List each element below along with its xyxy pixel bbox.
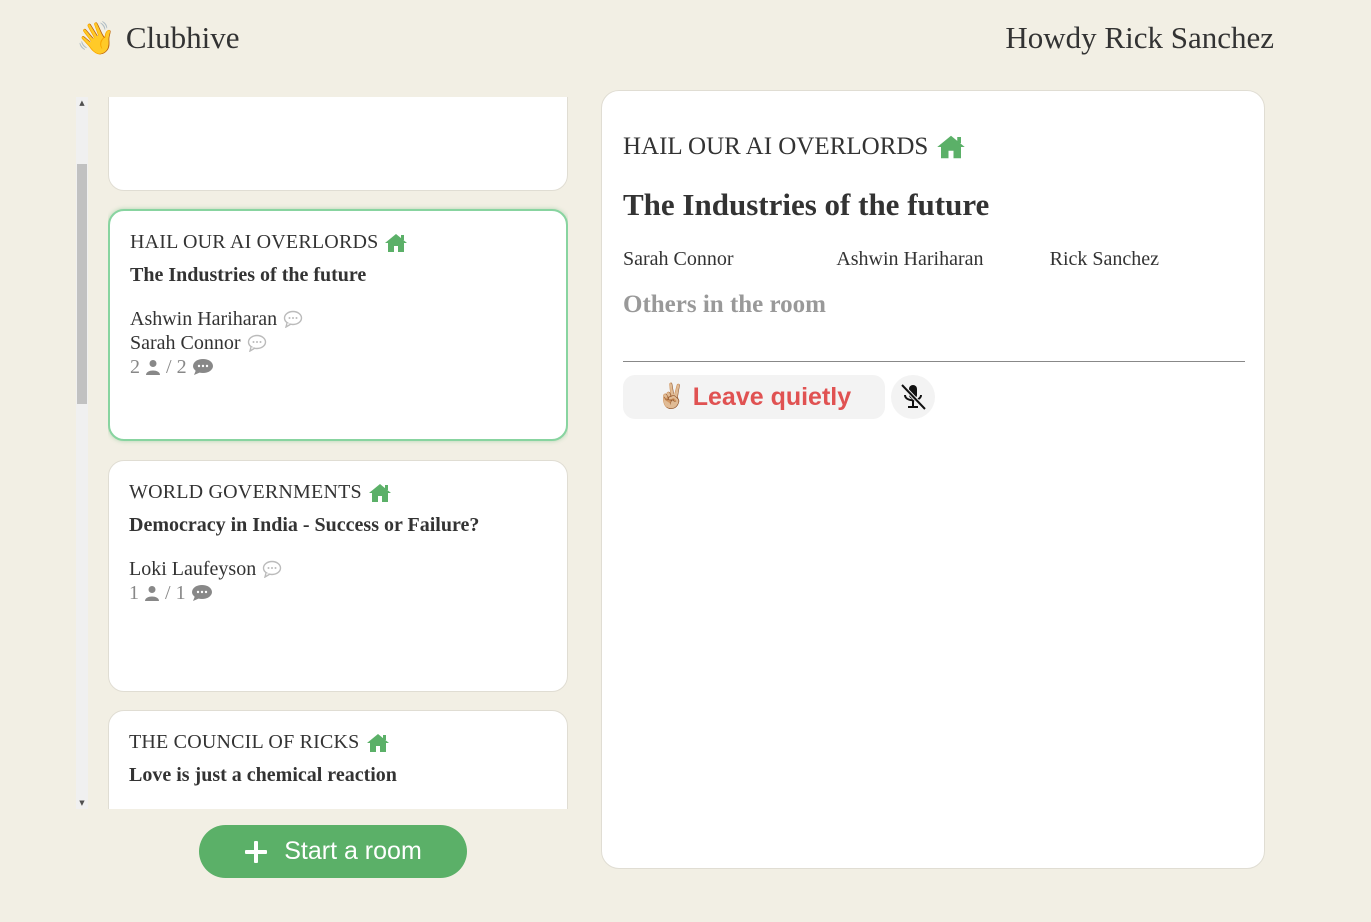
user-greeting: Howdy Rick Sanchez: [1005, 20, 1274, 55]
speaker-count: 1: [175, 581, 186, 604]
person-name: Loki Laufeyson: [129, 557, 257, 580]
leave-label: Leave quietly: [692, 382, 852, 411]
speaker-name: Ashwin Hariharan: [836, 248, 984, 270]
app-logo[interactable]: 👋 Clubhive: [76, 20, 240, 56]
chat-bubble-icon: [247, 334, 266, 352]
room-card-people: Loki Laufeyson 1 / 1: [129, 557, 547, 605]
peace-hand-icon: ✌🏼: [656, 383, 687, 410]
speaker-count: 2: [176, 355, 187, 378]
room-detail-panel: HAIL OUR AI OVERLORDS The Industries of …: [601, 90, 1265, 869]
count-separator: /: [166, 355, 172, 378]
waving-hand-icon: 👋: [76, 20, 116, 56]
room-card-title: The Industries of the future: [130, 264, 367, 286]
panel-club-name: HAIL OUR AI OVERLORDS: [623, 133, 929, 160]
room-list-scrollbar[interactable]: ▲ ▼: [76, 97, 88, 809]
chat-bubble-icon: [192, 359, 213, 375]
person-name: Sarah Connor: [130, 331, 241, 354]
room-card-person: Loki Laufeyson: [129, 557, 547, 581]
room-card-club: HAIL OUR AI OVERLORDS: [130, 231, 546, 254]
mute-button[interactable]: [891, 375, 935, 419]
room-card[interactable]: HAIL OUR AI OVERLORDS The Industries of …: [108, 209, 568, 441]
listener-count: 1: [129, 581, 139, 604]
others-heading: Others in the room: [623, 291, 826, 318]
room-card-club-name: WORLD GOVERNMENTS: [129, 481, 362, 503]
home-icon: [937, 135, 966, 159]
scroll-thumb[interactable]: [77, 164, 87, 404]
speaker-name: Rick Sanchez: [1049, 248, 1160, 270]
person-icon: [145, 586, 159, 601]
room-card-person: Sarah Connor: [130, 331, 546, 355]
chat-bubble-icon: [191, 585, 212, 601]
start-room-label: Start a room: [284, 837, 422, 865]
room-card-previous[interactable]: [108, 97, 568, 191]
scroll-down-icon[interactable]: ▼: [78, 799, 86, 807]
room-card-title: Love is just a chemical reaction: [129, 764, 397, 786]
home-icon: [385, 233, 408, 252]
room-list-container: ▲ ▼ HAIL OUR AI OVERLORDS The Industries…: [76, 97, 572, 809]
room-card[interactable]: THE COUNCIL OF RICKS Love is just a chem…: [108, 710, 568, 809]
room-card-club: THE COUNCIL OF RICKS: [129, 731, 547, 754]
chat-bubble-icon: [283, 310, 303, 328]
mic-off-icon: [900, 383, 927, 411]
person-name: Ashwin Hariharan: [130, 307, 278, 330]
scroll-up-icon[interactable]: ▲: [78, 99, 86, 107]
speaker-list: Sarah Connor Ashwin Hariharan Rick Sanch…: [623, 248, 1263, 271]
speaker-name: Sarah Connor: [623, 248, 734, 270]
divider: [623, 361, 1245, 362]
listener-count: 2: [130, 355, 140, 378]
panel-room-title: The Industries of the future: [623, 187, 990, 222]
leave-quietly-button[interactable]: ✌🏼 Leave quietly: [623, 375, 885, 419]
plus-icon: [245, 840, 268, 863]
home-icon: [368, 483, 391, 502]
chat-bubble-icon: [262, 560, 282, 578]
count-separator: /: [165, 581, 171, 604]
panel-club: HAIL OUR AI OVERLORDS: [623, 133, 966, 161]
room-card-counts: 1 / 1: [129, 581, 547, 605]
room-card-counts: 2 / 2: [130, 355, 546, 379]
room-card[interactable]: WORLD GOVERNMENTS Democracy in India - S…: [108, 460, 568, 692]
room-card-club-name: THE COUNCIL OF RICKS: [129, 731, 360, 753]
room-card-club-name: HAIL OUR AI OVERLORDS: [130, 231, 379, 253]
room-card-club: WORLD GOVERNMENTS: [129, 481, 547, 504]
start-room-button[interactable]: Start a room: [199, 825, 467, 878]
person-icon: [146, 360, 160, 375]
room-card-people: Ashwin Hariharan Sarah Connor 2 / 2: [130, 307, 546, 379]
home-icon: [366, 733, 389, 752]
app-name: Clubhive: [125, 20, 240, 55]
room-list: HAIL OUR AI OVERLORDS The Industries of …: [108, 97, 568, 809]
room-card-title: Democracy in India - Success or Failure?: [129, 514, 480, 536]
room-card-person: Ashwin Hariharan: [130, 307, 546, 331]
